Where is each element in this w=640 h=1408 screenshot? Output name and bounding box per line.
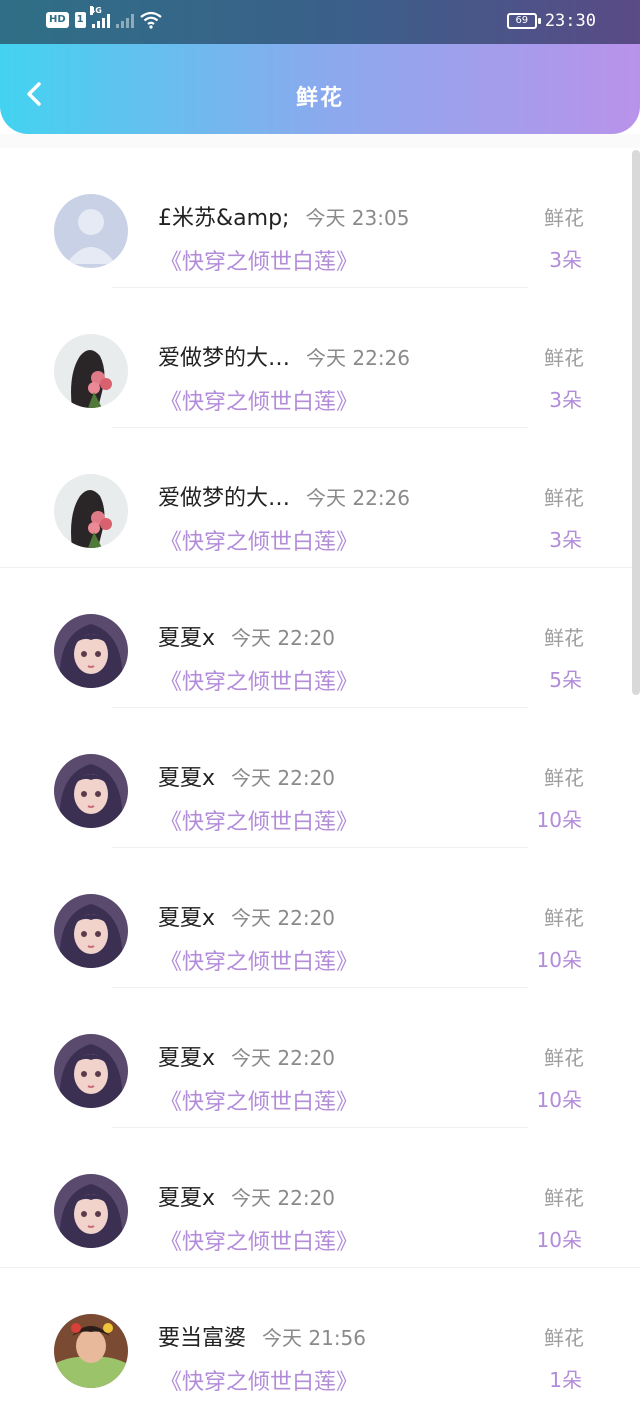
gift-type: 鲜花	[544, 486, 584, 510]
user-name: 爱做梦的大…	[158, 346, 291, 371]
page-title: 鲜花	[295, 86, 344, 111]
book-title[interactable]: 《快穿之倾世白莲》	[160, 524, 358, 556]
gift-type: 鲜花	[544, 766, 584, 790]
timestamp: 今天 22:26	[306, 346, 411, 370]
name-line: £米苏&amp; 今天 23:05	[158, 200, 409, 232]
default-user-avatar[interactable]	[54, 194, 128, 268]
book-title[interactable]: 《快穿之倾世白莲》	[160, 804, 358, 836]
page-header: 鲜花	[0, 44, 640, 134]
gift-type: 鲜花	[544, 346, 584, 370]
gift-count: 10朵	[536, 948, 582, 972]
timestamp: 今天 23:05	[305, 206, 410, 230]
girl-with-roses-avatar[interactable]	[54, 334, 128, 408]
battery-level: 69	[515, 15, 529, 26]
timestamp: 今天 22:20	[231, 1186, 336, 1210]
list-item[interactable]: 要当富婆 今天 21:56 《快穿之倾世白莲》 鲜花 1朵	[0, 1268, 640, 1408]
status-indicators: HD 1 4G	[46, 6, 162, 29]
list-item[interactable]: 爱做梦的大… 今天 22:26 《快穿之倾世白莲》 鲜花 3朵	[0, 428, 640, 568]
list-item[interactable]: 夏夏x 今天 22:20 《快穿之倾世白莲》 鲜花 10朵	[0, 1128, 640, 1268]
name-line: 夏夏x 今天 22:20	[158, 760, 335, 792]
user-name: 爱做梦的大…	[158, 486, 291, 511]
sim-badge: 1	[74, 12, 86, 28]
user-name: £米苏&amp;	[158, 206, 290, 231]
girl-green-jacket-avatar[interactable]	[54, 1314, 128, 1388]
name-line: 夏夏x 今天 22:20	[158, 620, 335, 652]
list-item[interactable]: 夏夏x 今天 22:20 《快穿之倾世白莲》 鲜花 10朵	[0, 848, 640, 988]
timestamp: 今天 22:26	[306, 486, 411, 510]
gift-type: 鲜花	[544, 1186, 584, 1210]
secondary-signal-icon	[115, 12, 134, 28]
name-line: 要当富婆 今天 21:56	[158, 1320, 366, 1352]
anime-girl-avatar[interactable]	[54, 614, 128, 688]
anime-girl-avatar[interactable]	[54, 894, 128, 968]
book-title[interactable]: 《快穿之倾世白莲》	[160, 1084, 358, 1116]
book-title[interactable]: 《快穿之倾世白莲》	[160, 244, 358, 276]
gift-count: 10朵	[536, 1228, 582, 1252]
hd-badge: HD	[46, 12, 69, 28]
list-item[interactable]: 夏夏x 今天 22:20 《快穿之倾世白莲》 鲜花 10朵	[0, 988, 640, 1128]
timestamp: 今天 21:56	[262, 1326, 367, 1350]
book-title[interactable]: 《快穿之倾世白莲》	[160, 1224, 358, 1256]
timestamp: 今天 22:20	[231, 1046, 336, 1070]
timestamp: 今天 22:20	[231, 626, 336, 650]
cell-signal-icon: 4G	[89, 6, 110, 28]
gift-type: 鲜花	[544, 906, 584, 930]
name-line: 夏夏x 今天 22:20	[158, 900, 335, 932]
gift-type: 鲜花	[544, 1326, 584, 1350]
girl-with-roses-avatar[interactable]	[54, 474, 128, 548]
list-item[interactable]: 爱做梦的大… 今天 22:26 《快穿之倾世白莲》 鲜花 3朵	[0, 288, 640, 428]
gift-count: 10朵	[536, 1088, 582, 1112]
list-item[interactable]: 夏夏x 今天 22:20 《快穿之倾世白莲》 鲜花 10朵	[0, 708, 640, 848]
user-name: 夏夏x	[158, 906, 216, 931]
anime-girl-avatar[interactable]	[54, 754, 128, 828]
clock: 23:30	[544, 11, 596, 31]
user-name: 夏夏x	[158, 1046, 216, 1071]
status-right: 69 23:30	[506, 11, 596, 31]
gift-count: 10朵	[536, 808, 582, 832]
user-name: 夏夏x	[158, 626, 216, 651]
book-title[interactable]: 《快穿之倾世白莲》	[160, 1364, 358, 1396]
anime-girl-avatar[interactable]	[54, 1034, 128, 1108]
gift-count: 3朵	[549, 388, 582, 412]
name-line: 爱做梦的大… 今天 22:26	[158, 340, 410, 372]
user-name: 夏夏x	[158, 1186, 216, 1211]
anime-girl-avatar[interactable]	[54, 1174, 128, 1248]
network-type-label: 4G	[89, 6, 102, 15]
timestamp: 今天 22:20	[231, 906, 336, 930]
gift-type: 鲜花	[544, 206, 584, 230]
book-title[interactable]: 《快穿之倾世白莲》	[160, 664, 358, 696]
wifi-icon	[139, 11, 162, 29]
name-line: 夏夏x 今天 22:20	[158, 1180, 335, 1212]
gift-count: 3朵	[549, 528, 582, 552]
gift-count: 1朵	[549, 1368, 582, 1392]
book-title[interactable]: 《快穿之倾世白莲》	[160, 384, 358, 416]
gift-record-list[interactable]: £米苏&amp; 今天 23:05 《快穿之倾世白莲》 鲜花 3朵 爱做梦的大……	[0, 148, 640, 1395]
name-line: 夏夏x 今天 22:20	[158, 1040, 335, 1072]
timestamp: 今天 22:20	[231, 766, 336, 790]
name-line: 爱做梦的大… 今天 22:26	[158, 480, 410, 512]
user-name: 要当富婆	[158, 1326, 247, 1351]
gift-type: 鲜花	[544, 626, 584, 650]
list-item[interactable]: £米苏&amp; 今天 23:05 《快穿之倾世白莲》 鲜花 3朵	[0, 148, 640, 288]
list-item[interactable]: 夏夏x 今天 22:20 《快穿之倾世白莲》 鲜花 5朵	[0, 568, 640, 708]
scrollbar[interactable]	[632, 150, 640, 695]
book-title[interactable]: 《快穿之倾世白莲》	[160, 944, 358, 976]
gift-count: 3朵	[549, 248, 582, 272]
gift-count: 5朵	[549, 668, 582, 692]
user-name: 夏夏x	[158, 766, 216, 791]
gift-type: 鲜花	[544, 1046, 584, 1070]
list-top-spacer	[0, 134, 640, 148]
battery-icon: 69	[506, 13, 541, 29]
status-bar: HD 1 4G 69 23:30	[0, 0, 640, 44]
